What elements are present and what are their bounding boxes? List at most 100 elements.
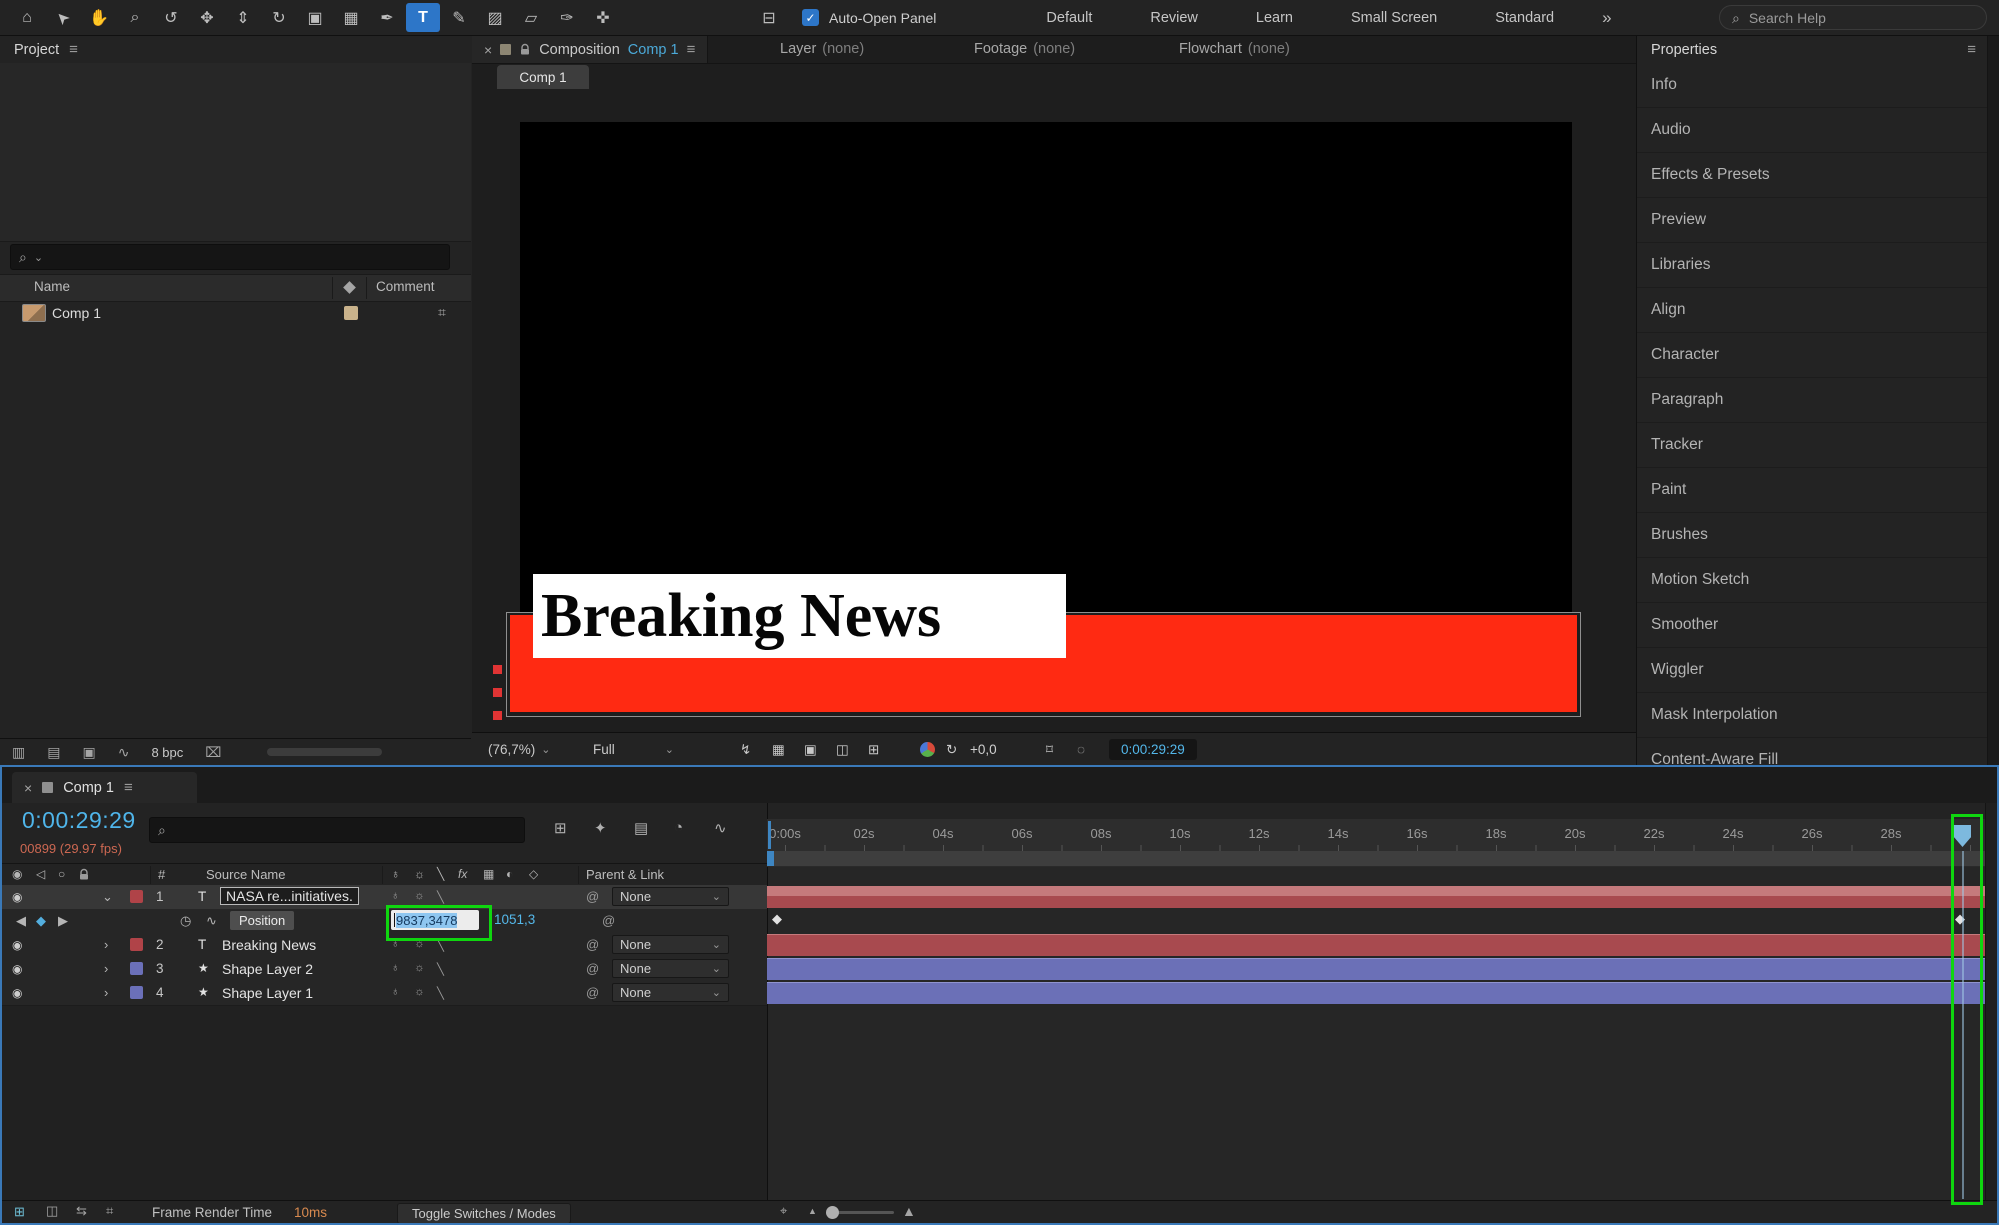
properties-item-brushes[interactable]: Brushes [1637, 513, 1999, 558]
quality-switch-icon[interactable]: ╲ [437, 962, 444, 976]
zoom-fit-icon[interactable]: ⌖ [780, 1204, 787, 1217]
next-keyframe-icon[interactable]: ▶ [58, 913, 68, 929]
project-search-field[interactable]: ⌕ ⌄ [10, 244, 450, 270]
shy-column-icon[interactable]: ♁ [391, 867, 400, 881]
pickwhip-icon[interactable]: @ [586, 889, 599, 904]
shy-switch-icon[interactable]: ♁ [391, 962, 400, 974]
timeline-zoom-handle[interactable] [826, 1206, 839, 1219]
work-area-bar[interactable] [767, 851, 1985, 867]
timeline-right-scrollbar[interactable] [1985, 803, 1998, 1200]
properties-item-effects-presets[interactable]: Effects & Presets [1637, 153, 1999, 198]
dolly-camera-tool-icon[interactable]: ⇕ [226, 3, 260, 32]
composition-viewer[interactable]: Breaking News [472, 89, 1636, 732]
column-divider[interactable] [578, 866, 579, 884]
interpret-footage-icon[interactable]: ▥ [12, 745, 25, 759]
fast-previews-icon[interactable]: ↯ [740, 733, 751, 766]
breaking-news-text-box[interactable]: Breaking News [533, 574, 1066, 658]
project-bit-depth[interactable]: 8 bpc [151, 745, 183, 760]
layer-bar-3[interactable] [767, 958, 1985, 980]
layer-bar-4[interactable] [767, 982, 1985, 1004]
shape-tool-icon[interactable]: ▦ [334, 3, 368, 32]
pen-tool-icon[interactable]: ✒ [370, 3, 404, 32]
clone-stamp-tool-icon[interactable]: ▨ [478, 3, 512, 32]
chevron-right-icon[interactable]: › [104, 985, 108, 1000]
puppet-pin-tool-icon[interactable]: ✜ [586, 3, 620, 32]
keyframe-diamond[interactable]: ◆ [772, 912, 782, 925]
position-property-label[interactable]: Position [230, 911, 294, 930]
resolution-dropdown[interactable]: Full ⌄ [593, 733, 674, 766]
pan-camera-tool-icon[interactable]: ✥ [190, 3, 224, 32]
shy-switch-icon[interactable]: ♁ [391, 890, 400, 902]
collapse-switch-icon[interactable]: ☼ [414, 890, 425, 902]
parent-dropdown[interactable]: None ⌄ [612, 935, 729, 954]
chevron-right-icon[interactable]: › [104, 961, 108, 976]
close-icon[interactable]: × [24, 781, 32, 795]
layer-color-swatch[interactable] [130, 938, 143, 951]
selection-tool-icon[interactable]: ➤ [46, 3, 80, 32]
lock-column-icon[interactable] [78, 868, 90, 881]
threed-column-icon[interactable]: ◇ [529, 867, 538, 881]
reset-exposure-icon[interactable]: ↻ [946, 733, 957, 766]
properties-item-audio[interactable]: Audio [1637, 108, 1999, 153]
collapse-switch-icon[interactable]: ☼ [414, 962, 425, 974]
tab-flowchart[interactable]: Flowchart (none) [1179, 41, 1290, 57]
waveform-icon[interactable]: ∿ [118, 745, 130, 759]
mask-column-icon[interactable]: ▦ [483, 867, 494, 881]
snapshot-icon[interactable]: ⌑ [1046, 733, 1053, 766]
chevron-right-icon[interactable]: › [104, 937, 108, 952]
selection-handle[interactable] [493, 665, 502, 674]
parent-dropdown[interactable]: None ⌄ [612, 887, 729, 906]
zoom-in-mountain-icon[interactable]: ▲ [902, 1204, 916, 1218]
workspace-review[interactable]: Review [1122, 10, 1226, 26]
trash-icon[interactable]: ⌧ [205, 745, 221, 759]
current-timecode[interactable]: 0:00:29:29 [22, 807, 136, 834]
properties-item-libraries[interactable]: Libraries [1637, 243, 1999, 288]
selection-handle[interactable] [493, 711, 502, 720]
layer-name[interactable]: Shape Layer 1 [222, 985, 313, 1001]
parent-dropdown[interactable]: None ⌄ [612, 959, 729, 978]
graph-icon[interactable]: ∿ [206, 913, 217, 929]
properties-scrollbar[interactable] [1987, 36, 1999, 765]
draft-3d-icon[interactable]: ▤ [634, 819, 648, 837]
properties-item-preview[interactable]: Preview [1637, 198, 1999, 243]
zoom-tool-icon[interactable]: ⌕ [118, 3, 152, 32]
timeline-tab-comp1[interactable]: × Comp 1 ≡ [12, 772, 197, 803]
new-composition-icon[interactable]: ▣ [82, 745, 95, 759]
project-panel-menu-icon[interactable]: ≡ [69, 41, 78, 58]
properties-item-wiggler[interactable]: Wiggler [1637, 648, 1999, 693]
live-update-icon[interactable]: ✦ [594, 819, 607, 837]
workspace-standard[interactable]: Standard [1467, 10, 1582, 26]
column-divider[interactable] [332, 277, 333, 299]
project-horizontal-scrollbar[interactable] [267, 748, 382, 756]
pickwhip-icon[interactable]: @ [586, 985, 599, 1000]
position-y-value[interactable]: 1051,3 [494, 912, 535, 927]
position-property-row[interactable]: ◀ ◆ ▶ ◷ ∿ Position @ [2, 909, 767, 934]
layer-color-swatch[interactable] [130, 962, 143, 975]
selection-handle[interactable] [493, 688, 502, 697]
preview-timecode[interactable]: 0:00:29:29 [1109, 733, 1197, 766]
dock-panel-icon[interactable]: ⊟ [752, 3, 786, 32]
column-comment[interactable]: Comment [376, 279, 435, 294]
rotation-tool-icon[interactable]: ↻ [262, 3, 296, 32]
view-layout-icon[interactable]: ⊞ [868, 733, 879, 766]
stopwatch-icon[interactable]: ◷ [180, 913, 191, 929]
expand-switches-icon[interactable]: ⊞ [14, 1204, 25, 1220]
layer-name[interactable]: Breaking News [222, 937, 316, 953]
hand-tool-icon[interactable]: ✋ [82, 3, 116, 32]
composition-panel-menu-icon[interactable]: ≡ [687, 41, 696, 58]
expand-inout-icon[interactable]: ⇆ [76, 1204, 87, 1217]
layer-row-2[interactable]: ◉ › 2 T Breaking News ♁ ☼ ╲ @ None ⌄ [2, 933, 767, 958]
properties-item-paint[interactable]: Paint [1637, 468, 1999, 513]
properties-item-motion-sketch[interactable]: Motion Sketch [1637, 558, 1999, 603]
transparency-grid-icon[interactable]: ▦ [772, 733, 785, 766]
column-source-name[interactable]: Source Name [206, 867, 285, 882]
properties-item-smoother[interactable]: Smoother [1637, 603, 1999, 648]
eye-icon[interactable]: ◉ [12, 890, 22, 904]
column-divider[interactable] [150, 866, 151, 884]
quality-switch-icon[interactable]: ╲ [437, 986, 444, 1000]
collapse-switch-icon[interactable]: ☼ [414, 986, 425, 998]
layer-name[interactable]: Shape Layer 2 [222, 961, 313, 977]
close-icon[interactable]: × [484, 43, 492, 57]
quality-switch-icon[interactable]: ╲ [437, 890, 444, 904]
pickwhip-icon[interactable]: @ [602, 913, 615, 928]
